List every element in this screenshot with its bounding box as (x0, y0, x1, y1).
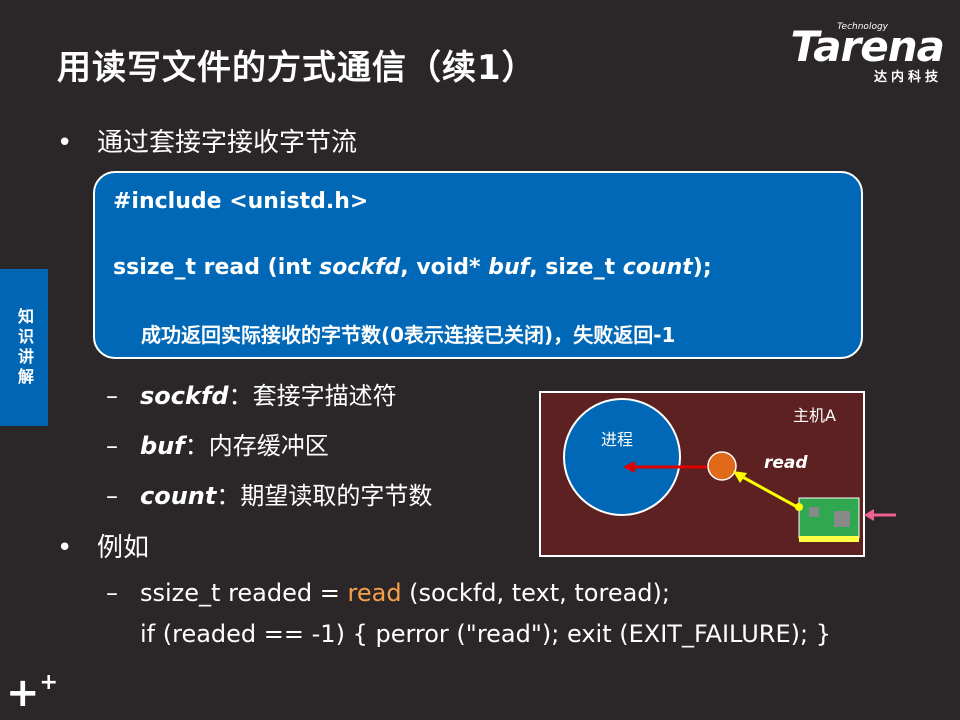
side-tab[interactable]: 知识讲解 (0, 269, 48, 426)
process-label: 进程 (601, 430, 633, 449)
network-card-chip-large (834, 511, 850, 527)
dash: – (106, 579, 118, 607)
network-card-chip (809, 507, 819, 517)
sig-mid1: , void* (400, 255, 489, 280)
socket-read-diagram: 进程 主机A read (539, 391, 865, 557)
dash: – (106, 382, 118, 410)
sig-prefix: ssize_t read (int (113, 255, 320, 280)
param-desc: ：期望读取的字节数 (216, 482, 433, 510)
process-circle (563, 398, 681, 516)
sig-suffix: ); (692, 255, 712, 280)
host-label: 主机A (793, 406, 836, 425)
network-card-edge (799, 536, 859, 542)
yellow-arrow-line (738, 473, 800, 510)
example-code-pre: ssize_t readed = (140, 579, 348, 607)
example-read-keyword: read (347, 579, 402, 607)
sig-mid2: , size_t (529, 255, 623, 280)
page-title: 用读写文件的方式通信（续1） (57, 48, 537, 88)
example-code-post: (sockfd, text, toread); (401, 579, 670, 607)
param-desc: ：套接字描述符 (228, 382, 397, 410)
param-buf: – buf：内存缓冲区 (106, 426, 329, 461)
param-name: sockfd (140, 382, 229, 410)
bullet-receive-bytes: • 通过套接字接收字节流 (57, 122, 357, 159)
param-desc: ：内存缓冲区 (184, 432, 329, 460)
dash: – (106, 432, 118, 460)
param-name: count (140, 482, 217, 510)
read-label: read (764, 453, 808, 473)
param-count: – count：期望读取的字节数 (106, 476, 432, 511)
bullet-text: 例如 (97, 533, 150, 563)
sig-arg-buf: buf (488, 255, 530, 280)
code-description-line: 成功返回实际接收的字节数(0表示连接已关闭)，失败返回-1 (141, 323, 676, 347)
code-box: #include <unistd.h> ssize_t read (int so… (93, 171, 863, 359)
logo-chinese-text: 达内科技 (873, 70, 942, 85)
bullet-dot: • (57, 533, 73, 563)
socket-circle (707, 451, 737, 481)
bullet-example: • 例如 (57, 527, 149, 564)
side-tab-label: 知识讲解 (15, 307, 34, 388)
param-name: buf (140, 432, 185, 460)
bullet-text: 通过套接字接收字节流 (97, 128, 358, 158)
diagram-svg: 进程 主机A read (563, 398, 860, 542)
logo-brand-text: Tarena (790, 22, 945, 71)
plus-icon: ++ (6, 670, 58, 716)
bullet-dot: • (57, 128, 73, 158)
code-include-line: #include <unistd.h> (113, 189, 369, 214)
sig-arg-sockfd: sockfd (319, 255, 401, 280)
example-line-2: if (readed == -1) { perror ("read"); exi… (140, 620, 831, 648)
tarena-logo: Technology Tarena 达内科技 (774, 22, 945, 85)
sig-arg-count: count (622, 255, 693, 280)
dash: – (106, 482, 118, 510)
slide: 用读写文件的方式通信（续1） Technology Tarena 达内科技 知识… (0, 0, 960, 720)
example-line-1: – ssize_t readed = read (sockfd, text, to… (106, 579, 670, 607)
code-signature-line: ssize_t read (int sockfd, void* buf, siz… (113, 255, 712, 280)
param-sockfd: – sockfd：套接字描述符 (106, 376, 397, 411)
incoming-arrow (864, 509, 896, 521)
incoming-arrow-head (864, 509, 874, 521)
yellow-dot (795, 503, 803, 511)
